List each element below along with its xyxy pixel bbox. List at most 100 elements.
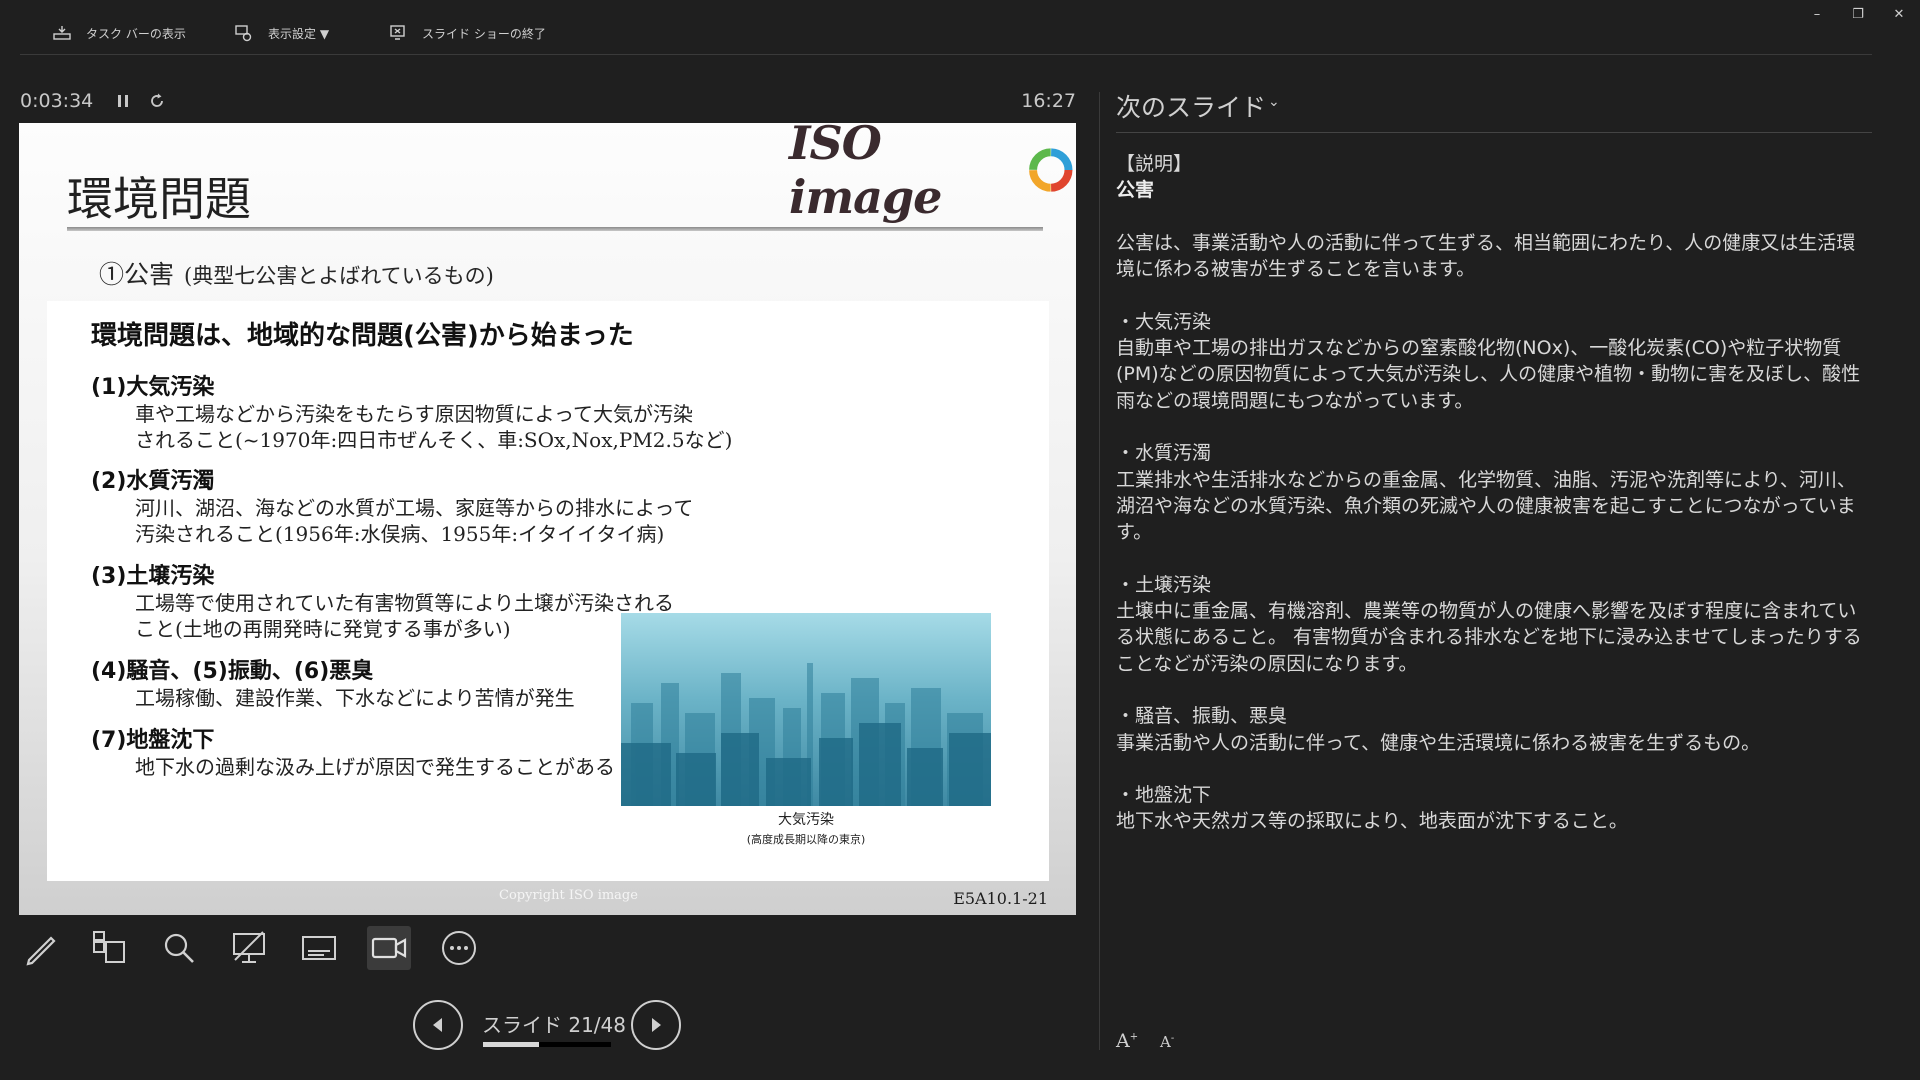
notes-line: ・地盤沈下 — [1116, 784, 1212, 807]
restore-button[interactable]: ❐ — [1838, 2, 1878, 26]
photo-caption: 大気汚染 (高度成長期以降の東京) — [621, 809, 991, 847]
see-all-slides-button[interactable] — [87, 926, 131, 970]
pause-icon[interactable] — [114, 92, 132, 110]
notes-blank-line — [1116, 204, 1868, 230]
slide-subheading: ①公害 (典型七公害とよばれているもの) — [99, 255, 494, 291]
display-settings-label: 表示設定 ▼ — [268, 26, 330, 41]
camera-icon — [371, 937, 407, 959]
increase-font-button[interactable]: A+ — [1116, 1030, 1138, 1052]
notes-blank-line — [1116, 414, 1868, 440]
elapsed-timer: 0:03:34 — [20, 90, 94, 112]
slide-content-box: 環境問題は、地域的な問題(公害)から始まった (1)大気汚染 車や工場などから汚… — [47, 301, 1049, 881]
slide-progress-fill — [483, 1042, 539, 1047]
end-slideshow-label: スライド ショーの終了 — [422, 26, 546, 41]
more-options-button[interactable] — [437, 926, 481, 970]
notes-line: 公害は、事業活動や人の活動に伴って生ずる、相当範囲にわたり、人の健康又は生活環境… — [1116, 231, 1856, 281]
item-body: 工場稼働、建設作業、下水などにより苦情が発生 — [135, 686, 575, 710]
notes-line: 事業活動や人の活動に伴って、健康や生活環境に係わる被害を生ずるもの。 — [1116, 731, 1761, 754]
presenter-topbar: タスク バーの表示 表示設定 ▼ スライド ショーの終了 – ❐ ✕ — [0, 0, 1920, 56]
notes-header-rule — [1116, 132, 1872, 133]
black-screen-button[interactable] — [227, 926, 271, 970]
previous-slide-button[interactable] — [413, 1000, 463, 1050]
decrease-font-icon: A — [1160, 1033, 1171, 1051]
notes-line: 地下水や天然ガス等の採取により、地表面が沈下すること。 — [1116, 810, 1628, 833]
smog-city-photo — [621, 613, 991, 806]
content-heading: 環境問題は、地域的な問題(公害)から始まった — [91, 321, 634, 351]
speaker-notes[interactable]: 【説明】公害公害は、事業活動や人の活動に伴って生ずる、相当範囲にわたり、人の健康… — [1116, 151, 1868, 835]
all-slides-icon — [93, 931, 125, 963]
subheading-note: (典型七公害とよばれているもの) — [184, 264, 494, 288]
list-item: (1)大気汚染 車や工場などから汚染をもたらす原因物質によって大気が汚染 される… — [91, 369, 732, 453]
subtitles-icon — [302, 936, 336, 960]
next-slide-icon — [652, 1018, 661, 1032]
list-item: (7)地盤沈下 地下水の過剰な汲み上げが原因で発生することがある — [91, 722, 615, 780]
next-slide-button[interactable] — [631, 1000, 681, 1050]
topbar-divider — [20, 54, 1872, 55]
item-body: 河川、湖沼、海などの水質が工場、家庭等からの排水によって 汚染されること(195… — [135, 496, 694, 546]
subtitles-button[interactable] — [297, 926, 341, 970]
display-settings-button[interactable]: 表示設定 ▼ — [234, 20, 329, 46]
clock: 16:27 — [1021, 90, 1076, 112]
item-heading: (1)大気汚染 — [91, 375, 215, 400]
slide-title: 環境問題 — [67, 172, 251, 226]
display-settings-icon — [235, 25, 252, 42]
item-heading: (2)水質汚濁 — [91, 469, 215, 494]
taskbar-icon — [53, 26, 71, 40]
subheading-text: ①公害 — [99, 260, 175, 289]
pen-tool-button[interactable] — [19, 926, 63, 970]
end-slideshow-button[interactable]: スライド ショーの終了 — [388, 20, 546, 46]
item-body: 工場等で使用されていた有害物質等により土壌が汚染される こと(土地の再開発時に発… — [135, 591, 674, 641]
notes-line: 工業排水や生活排水などからの重金属、化学物質、油脂、汚泥や洗剤等により、河川、湖… — [1116, 468, 1856, 544]
next-slide-title[interactable]: 次のスライド — [1116, 88, 1266, 124]
camera-toggle-button[interactable] — [367, 926, 411, 970]
item-body: 地下水の過剰な汲み上げが原因で発生することがある — [135, 755, 615, 779]
restart-icon[interactable] — [148, 92, 166, 110]
list-item: (2)水質汚濁 河川、湖沼、海などの水質が工場、家庭等からの排水によって 汚染さ… — [91, 463, 693, 547]
list-item: (4)騒音、(5)振動、(6)悪臭 工場稼働、建設作業、下水などにより苦情が発生 — [91, 653, 575, 711]
notes-line: 土壌中に重金属、有機溶剤、農業等の物質が人の健康へ影響を及ぼす程度に含まれている… — [1116, 600, 1862, 675]
panel-divider — [1099, 92, 1100, 1050]
slide-counter: スライド 21/48 — [482, 1013, 626, 1037]
zoom-button[interactable] — [157, 926, 201, 970]
list-item: (3)土壌汚染 工場等で使用されていた有害物質等により土壌が汚染される こと(土… — [91, 558, 674, 642]
notes-line: 公害 — [1116, 179, 1155, 202]
notes-line: ・大気汚染 — [1116, 310, 1212, 333]
notes-line: ・土壌汚染 — [1116, 573, 1212, 596]
item-heading: (3)土壌汚染 — [91, 564, 215, 589]
pen-icon — [26, 936, 56, 966]
item-heading: (7)地盤沈下 — [91, 728, 215, 753]
black-screen-icon — [233, 931, 265, 963]
notes-line: ・水質汚濁 — [1116, 442, 1212, 465]
item-body: 車や工場などから汚染をもたらす原因物質によって大気が汚染 されること(~1970… — [135, 402, 733, 452]
iso-image-logo: ISO image — [789, 123, 1076, 224]
more-options-icon — [442, 931, 476, 965]
photo-caption-sub: (高度成長期以降の東京) — [746, 833, 866, 846]
previous-slide-icon — [433, 1018, 442, 1032]
notes-blank-line — [1116, 545, 1868, 571]
notes-blank-line — [1116, 677, 1868, 703]
city-skyline-image — [621, 663, 991, 806]
notes-line: 自動車や工場の排出ガスなどからの窒素酸化物(NOx)、一酸化炭素(CO)や粒子状… — [1116, 337, 1861, 412]
notes-blank-line — [1116, 756, 1868, 782]
minimize-button[interactable]: – — [1797, 2, 1837, 26]
notes-line: ・騒音、振動、悪臭 — [1116, 705, 1288, 728]
title-underline — [67, 227, 1043, 231]
decrease-font-button[interactable]: A- — [1160, 1033, 1174, 1051]
slide-code: E5A10.1-21 — [953, 889, 1048, 908]
item-heading: (4)騒音、(5)振動、(6)悪臭 — [91, 659, 374, 684]
slide-progress-bar — [483, 1042, 611, 1047]
show-taskbar-button[interactable]: タスク バーの表示 — [52, 20, 186, 46]
photo-caption-title: 大気汚染 — [778, 812, 834, 828]
increase-font-icon: A — [1116, 1030, 1130, 1052]
notes-line: 【説明】 — [1116, 153, 1193, 175]
current-slide[interactable]: 環境問題 ISO image ①公害 (典型七公害とよばれているもの) 環境問題は… — [19, 123, 1076, 915]
chevron-down-icon[interactable]: ⌄ — [1268, 94, 1280, 110]
close-button[interactable]: ✕ — [1879, 2, 1919, 26]
notes-blank-line — [1116, 282, 1868, 308]
logo-ring-icon — [1029, 148, 1073, 192]
zoom-icon — [164, 933, 194, 963]
end-slideshow-icon — [390, 25, 405, 40]
slide-copyright: Copyright ISO image — [499, 888, 638, 903]
logo-text: ISO image — [789, 123, 942, 224]
show-taskbar-label: タスク バーの表示 — [86, 26, 186, 41]
